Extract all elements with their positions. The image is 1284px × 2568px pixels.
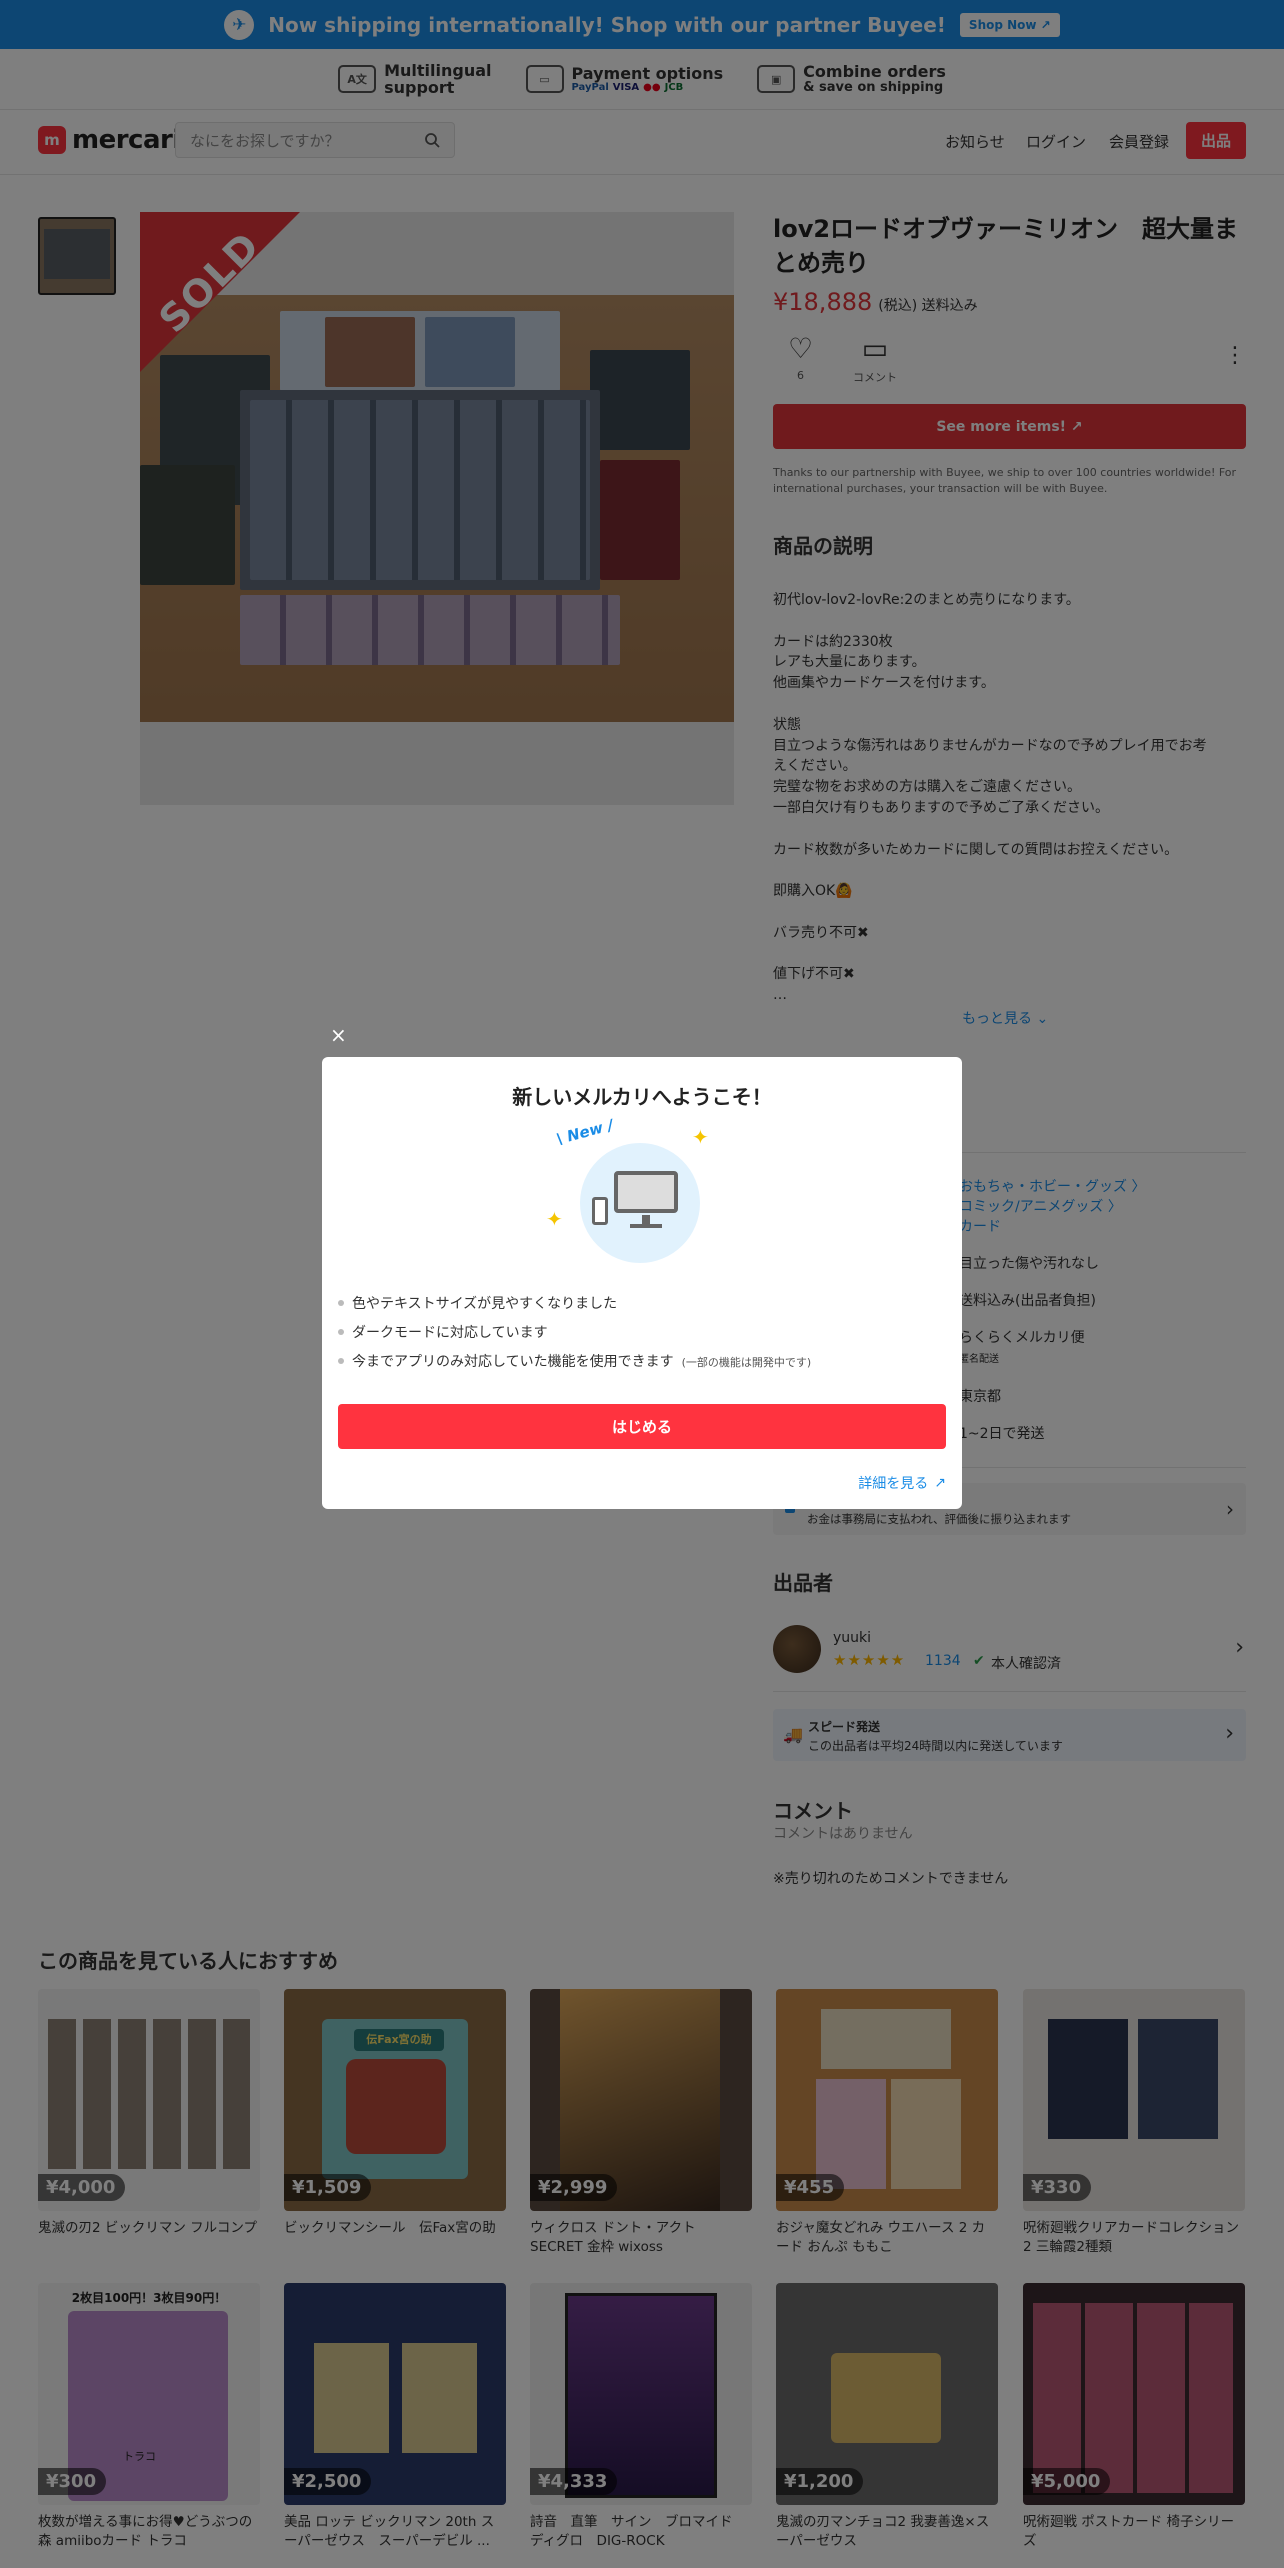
close-icon[interactable]: × [330, 1025, 347, 1045]
welcome-modal: 新しいメルカリへようこそ！ \ New / ✦ ✦ 色やテキストサイズが見やすく… [322, 1057, 962, 1509]
monitor-icon [614, 1171, 678, 1213]
modal-bullet: ダークモードに対応しています [338, 1322, 548, 1342]
modal-title: 新しいメルカリへようこそ！ [512, 1085, 772, 1109]
details-link[interactable]: 詳細を見る ↗ [858, 1473, 946, 1493]
phone-icon [592, 1197, 608, 1225]
new-ui-illustration: \ New / ✦ ✦ [542, 1116, 742, 1263]
modal-bullet: 色やテキストサイズが見やすくなりました [338, 1293, 617, 1313]
modal-bullet: 今までアプリのみ対応していた機能を使用できます (一部の機能は開発中です) [338, 1351, 811, 1371]
sparkle-icon: ✦ [692, 1125, 709, 1149]
new-badge: \ New / [554, 1115, 616, 1149]
external-link-icon: ↗ [934, 1475, 946, 1491]
start-button[interactable]: はじめる [338, 1404, 946, 1449]
sparkle-icon: ✦ [546, 1207, 563, 1231]
